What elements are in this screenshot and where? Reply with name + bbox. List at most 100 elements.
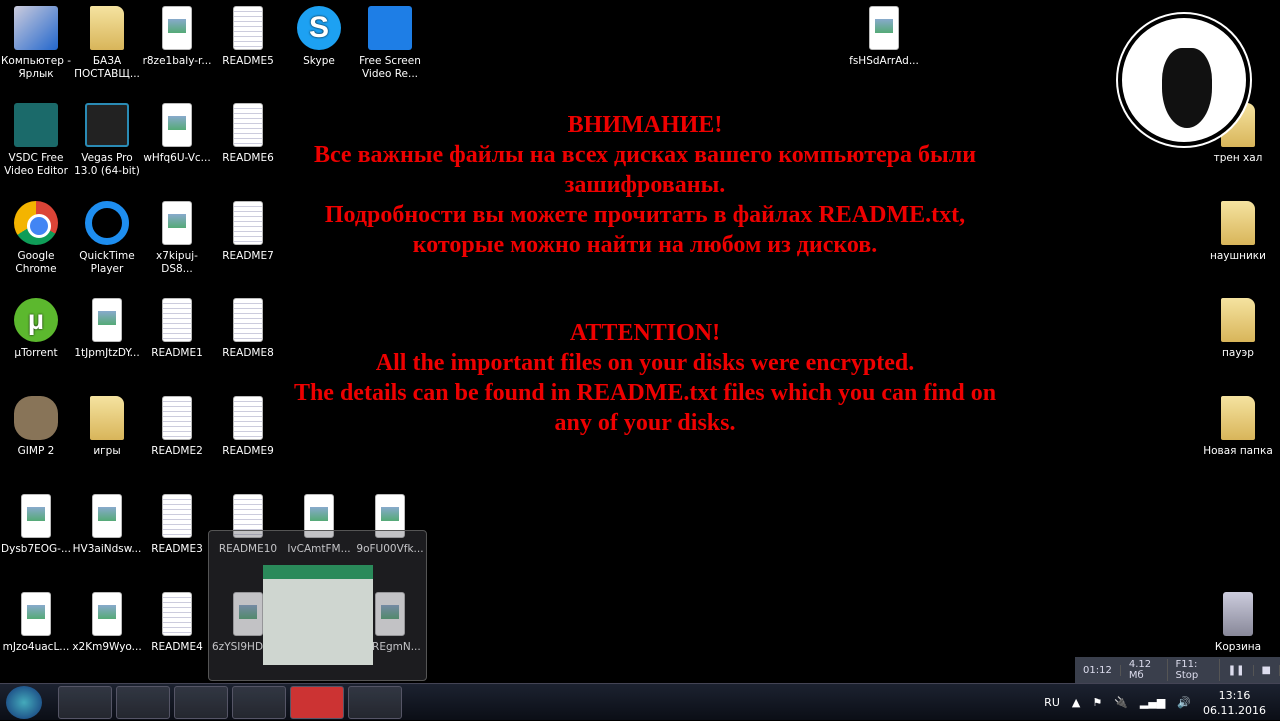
remote-desktop-icon[interactable]: [348, 686, 402, 719]
explorer-icon[interactable]: [58, 686, 112, 719]
desktop-icon[interactable]: Vegas Pro 13.0 (64-bit): [71, 103, 143, 178]
image-icon: [869, 6, 899, 50]
stop-icon[interactable]: ■: [1254, 664, 1280, 676]
message-line: Подробности вы можете прочитать в файлах…: [324, 202, 966, 228]
message-line: которые можно найти на любом из дисков.: [412, 232, 878, 258]
desktop-icon[interactable]: GIMP 2: [0, 396, 72, 458]
message-line: Все важные файлы на всех дисках вашего к…: [313, 142, 977, 168]
folder-icon: [90, 396, 124, 440]
recorder-size: 4.12 Мб: [1121, 659, 1168, 681]
desktop-icon[interactable]: mJzo4uacL...: [0, 592, 72, 654]
desktop-icon-label: r8ze1baly-r...: [142, 55, 212, 67]
desktop-icon-label: Компьютер - Ярлык: [0, 55, 72, 80]
image-icon: [92, 592, 122, 636]
window-thumbnail[interactable]: [263, 565, 373, 665]
vsdc-icon: [14, 103, 58, 147]
image-icon: [92, 494, 122, 538]
desktop-icon-label: README2: [151, 445, 203, 457]
desktop-icon-label: игры: [93, 445, 121, 457]
desktop-icon[interactable]: игры: [71, 396, 143, 458]
message-line: зашифрованы.: [564, 172, 726, 198]
message-line: ВНИМАНИЕ!: [567, 112, 723, 138]
watermark-logo: [1116, 12, 1252, 148]
desktop-icon-label: пауэр: [1222, 347, 1254, 359]
computer-icon: [14, 6, 58, 50]
desktop-icon-label: µTorrent: [14, 347, 58, 359]
desktop-icon[interactable]: Dysb7EOG-...: [0, 494, 72, 556]
network-icon[interactable]: ▂▄▆: [1140, 696, 1165, 709]
start-button[interactable]: [6, 686, 42, 719]
image-icon: [162, 6, 192, 50]
desktop-icon[interactable]: README3: [141, 494, 213, 556]
desktop-icon[interactable]: БАЗА ПОСТАВЩ...: [71, 6, 143, 81]
desktop-icon-label: наушники: [1210, 250, 1266, 262]
desktop-icon[interactable]: Free Screen Video Re...: [354, 6, 426, 81]
desktop-icon[interactable]: HV3aiNdsw...: [71, 494, 143, 556]
desktop-icon-label: README5: [222, 55, 274, 67]
desktop-icon-label: x2Km9Wyo...: [72, 641, 142, 653]
folder-icon: [1221, 396, 1255, 440]
pause-icon[interactable]: ❚❚: [1220, 664, 1254, 676]
utorrent-icon: µ: [14, 298, 58, 342]
power-icon[interactable]: 🔌: [1114, 696, 1128, 709]
system-tray: RU ▲ ⚑ 🔌 ▂▄▆ 🔊 13:16 06.11.2016: [1044, 684, 1280, 721]
desktop-icon[interactable]: README5: [212, 6, 284, 68]
desktop-icon-label: 1tJpmJtzDY...: [74, 347, 140, 359]
desktop-icon[interactable]: Новая папка: [1202, 396, 1274, 458]
chrome-icon: [14, 201, 58, 245]
desktop-icon-label: QuickTime Player: [79, 250, 135, 275]
desktop-icon[interactable]: 1tJpmJtzDY...: [71, 298, 143, 360]
desktop-icon[interactable]: README4: [141, 592, 213, 654]
desktop-icon[interactable]: QuickTime Player: [71, 201, 143, 276]
text-icon: [233, 6, 263, 50]
skype-icon: S: [297, 6, 341, 50]
image-icon: [92, 298, 122, 342]
vegas-icon: [85, 103, 129, 147]
desktop-icon-label: VSDC Free Video Editor: [4, 152, 68, 177]
desktop-icon[interactable]: r8ze1baly-r...: [141, 6, 213, 68]
text-icon: [162, 592, 192, 636]
recorder-time: 01:12: [1075, 664, 1121, 676]
desktop-icon[interactable]: S Skype: [283, 6, 355, 68]
desktop-icon[interactable]: VSDC Free Video Editor: [0, 103, 72, 178]
desktop-icon[interactable]: Компьютер - Ярлык: [0, 6, 72, 81]
desktop-icon-label: трен хал: [1213, 152, 1263, 164]
desktop-icon[interactable]: Google Chrome: [0, 201, 72, 276]
clock[interactable]: 13:16 06.11.2016: [1203, 688, 1266, 718]
taskbar: RU ▲ ⚑ 🔌 ▂▄▆ 🔊 13:16 06.11.2016: [0, 683, 1280, 720]
language-indicator[interactable]: RU: [1044, 696, 1060, 709]
text-icon: [162, 494, 192, 538]
message-line: any of your disks.: [554, 410, 736, 436]
folder-icon: [1221, 298, 1255, 342]
desktop-icon[interactable]: fsHSdArrAd...: [848, 6, 920, 68]
flag-icon[interactable]: ⚑: [1092, 696, 1102, 709]
desktop-icon-label: Free Screen Video Re...: [359, 55, 421, 80]
skype-icon[interactable]: [232, 686, 286, 719]
desktop-icon[interactable]: Корзина: [1202, 592, 1274, 654]
recorder-bar: 01:12 4.12 Мб F11: Stop ❚❚ ■: [1075, 657, 1280, 683]
message-line: ATTENTION!: [569, 320, 721, 346]
media-player-icon[interactable]: [116, 686, 170, 719]
kaspersky-icon[interactable]: [290, 686, 344, 719]
recycle-icon: [1223, 592, 1253, 636]
date: 06.11.2016: [1203, 703, 1266, 717]
desktop-icon-label: Корзина: [1214, 641, 1262, 653]
desktop-icon[interactable]: µ µTorrent: [0, 298, 72, 360]
chrome-icon[interactable]: [174, 686, 228, 719]
image-icon: [21, 592, 51, 636]
folder-icon: [90, 6, 124, 50]
desktop-icon-label: mJzo4uacL...: [2, 641, 70, 653]
desktop-icon-label: GIMP 2: [17, 445, 55, 457]
desktop-icon-label: README9: [222, 445, 274, 457]
message-line: The details can be found in README.txt f…: [293, 380, 997, 406]
gimp-icon: [14, 396, 58, 440]
desktop-icon[interactable]: наушники: [1202, 201, 1274, 263]
volume-icon[interactable]: 🔊: [1177, 696, 1191, 709]
desktop-icon[interactable]: x2Km9Wyo...: [71, 592, 143, 654]
show-hidden-icons-icon[interactable]: ▲: [1072, 696, 1080, 709]
desktop-icon-label: README4: [151, 641, 203, 653]
folder-icon: [1221, 201, 1255, 245]
taskbar-thumbnail-preview[interactable]: [208, 530, 427, 681]
recorder-stop-button[interactable]: F11: Stop: [1168, 659, 1220, 681]
desktop-icon[interactable]: пауэр: [1202, 298, 1274, 360]
